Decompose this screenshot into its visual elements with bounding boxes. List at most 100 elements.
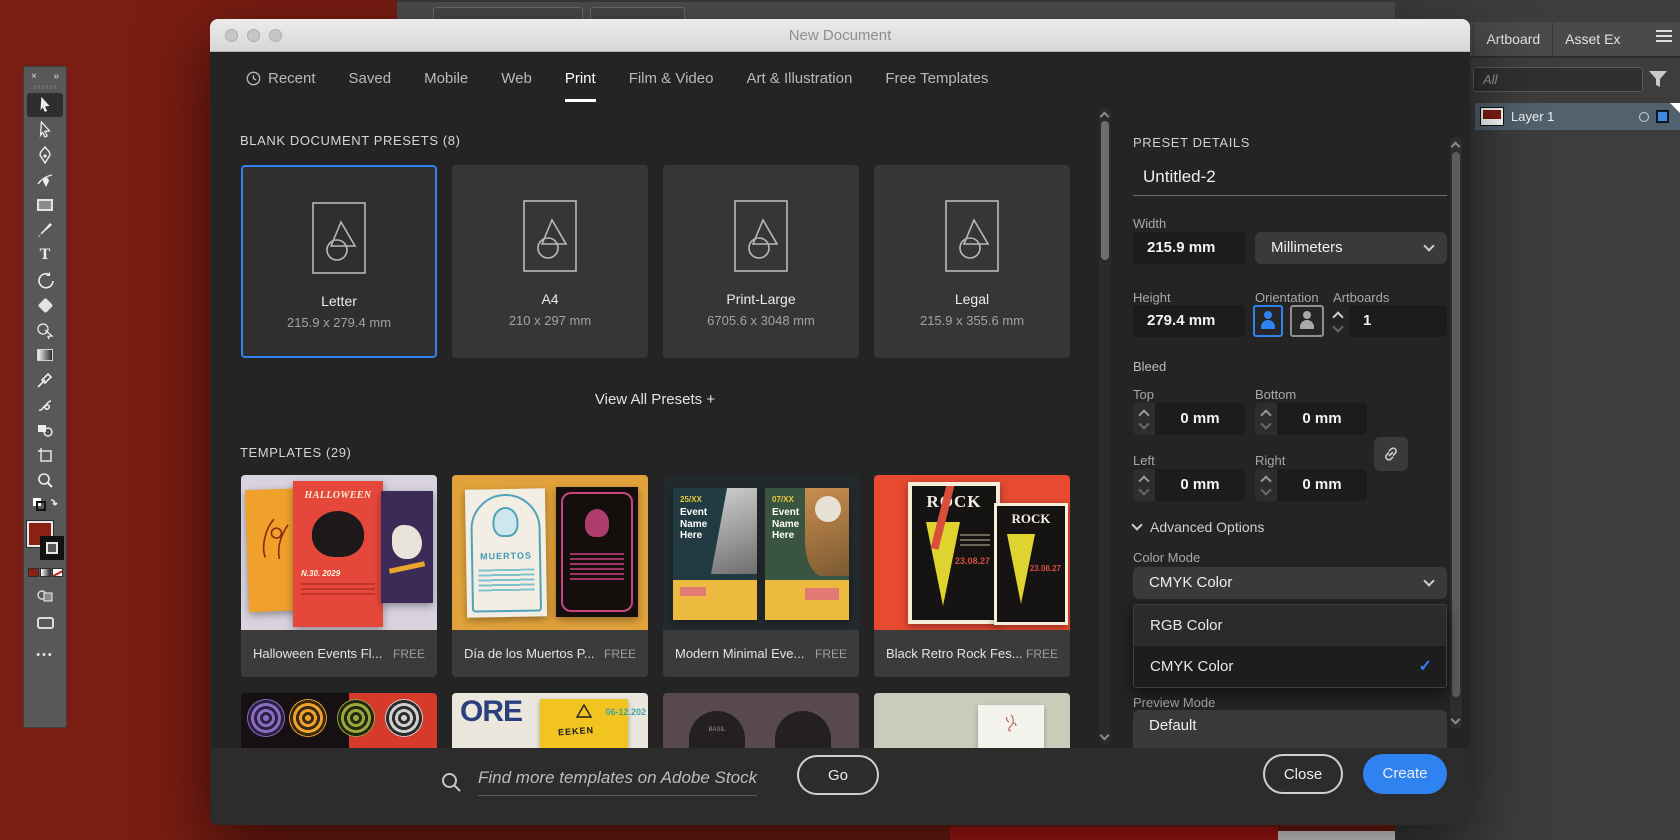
go-button[interactable]: Go: [797, 755, 879, 795]
tab-saved[interactable]: Saved: [349, 52, 392, 105]
tab-film-video[interactable]: Film & Video: [629, 52, 714, 105]
tab-recent[interactable]: Recent: [246, 52, 316, 105]
layer-target-icon[interactable]: [1639, 112, 1649, 122]
template-card-partial[interactable]: BASIL: [663, 693, 859, 748]
scroll-up-icon[interactable]: [1100, 112, 1110, 122]
paintbrush-tool[interactable]: [27, 218, 63, 242]
layer-thumbnail[interactable]: [1481, 108, 1503, 125]
preset-card-legal[interactable]: Legal 215.9 x 355.6 mm: [874, 165, 1070, 358]
chevron-down-icon: [1423, 575, 1434, 586]
gradient-swatch[interactable]: [40, 568, 51, 577]
stepper-down-icon[interactable]: [1332, 321, 1343, 332]
symbol-sprayer-tool[interactable]: [27, 418, 63, 442]
preset-card-letter[interactable]: Letter 215.9 x 279.4 mm: [241, 165, 437, 358]
tab-free-templates[interactable]: Free Templates: [885, 52, 988, 105]
scroll-down-icon[interactable]: [1100, 731, 1110, 741]
screen-mode-button[interactable]: [27, 611, 63, 635]
filter-funnel-icon[interactable]: [1648, 70, 1668, 88]
close-button[interactable]: Close: [1263, 754, 1343, 794]
artboards-input[interactable]: 1: [1349, 305, 1447, 337]
fill-stroke-control[interactable]: [25, 521, 65, 563]
template-card-partial[interactable]: [241, 693, 437, 748]
preview-mode-select[interactable]: Default: [1133, 710, 1447, 748]
orientation-landscape-button[interactable]: [1290, 305, 1324, 337]
scroll-up-icon[interactable]: [1451, 142, 1461, 152]
color-mode-swatches[interactable]: [24, 568, 66, 577]
orientation-portrait-button[interactable]: [1253, 305, 1283, 337]
curvature-tool[interactable]: [27, 168, 63, 192]
clock-icon: [246, 71, 261, 86]
zoom-tool[interactable]: [27, 468, 63, 492]
artboard-tool[interactable]: [27, 443, 63, 467]
option-cmyk-color[interactable]: CMYK Color ✓: [1134, 646, 1446, 687]
shape-builder-tool[interactable]: [27, 318, 63, 342]
eraser-tool[interactable]: [27, 293, 63, 317]
create-button[interactable]: Create: [1363, 754, 1447, 794]
view-all-presets-link[interactable]: View All Presets +: [210, 391, 1100, 408]
advanced-options-toggle[interactable]: Advanced Options: [1133, 519, 1264, 535]
option-rgb-color[interactable]: RGB Color: [1134, 605, 1446, 646]
template-card-rock[interactable]: ROCK 23.08.27 ROCK 23.08.27 Bl: [874, 475, 1070, 677]
document-name-input[interactable]: Untitled-2: [1143, 167, 1216, 187]
units-select[interactable]: Millimeters: [1255, 232, 1447, 264]
panel-scrollbar[interactable]: [1450, 137, 1462, 729]
gradient-tool[interactable]: [27, 343, 63, 367]
tools-grip-handle[interactable]: [34, 85, 56, 89]
rotate-tool[interactable]: [27, 268, 63, 292]
tools-close-icon[interactable]: ×: [31, 71, 37, 82]
height-input[interactable]: 279.4 mm: [1133, 305, 1245, 337]
main-scrollbar[interactable]: [1099, 107, 1111, 745]
swap-fill-stroke-icon[interactable]: [27, 493, 63, 517]
stroke-color-swatch[interactable]: [40, 536, 64, 560]
direct-selection-tool[interactable]: [27, 118, 63, 142]
main-scrollbar-thumb[interactable]: [1101, 121, 1109, 260]
link-bleed-values-button[interactable]: [1374, 437, 1408, 471]
tab-print[interactable]: Print: [565, 52, 596, 105]
eyedropper-tool[interactable]: [27, 368, 63, 392]
layer-row[interactable]: Layer 1: [1475, 103, 1680, 130]
rectangle-tool[interactable]: [27, 193, 63, 217]
search-placeholder[interactable]: Find more templates on Adobe Stock: [478, 768, 757, 796]
template-free-badge: FREE: [604, 647, 636, 661]
panel-menu-icon[interactable]: [1656, 30, 1672, 42]
bleed-left-stepper[interactable]: 0 mm: [1133, 469, 1245, 501]
stock-search-field[interactable]: Find more templates on Adobe Stock: [440, 768, 757, 796]
tab-web[interactable]: Web: [501, 52, 532, 105]
width-input[interactable]: 215.9 mm: [1133, 232, 1245, 264]
template-name: Modern Minimal Eve...: [675, 646, 815, 661]
template-card-muertos[interactable]: MUERTOS Día de los Muertos P... FREE: [452, 475, 648, 677]
artboards-stepper[interactable]: [1331, 305, 1347, 337]
bleed-bottom-stepper[interactable]: 0 mm: [1255, 403, 1367, 435]
blend-tool[interactable]: [27, 393, 63, 417]
none-swatch[interactable]: [52, 568, 63, 577]
panel-scrollbar-thumb[interactable]: [1452, 152, 1460, 697]
template-card-partial[interactable]: [874, 693, 1070, 748]
tab-artboards[interactable]: Artboard: [1474, 21, 1553, 57]
template-card-modern-minimal[interactable]: 25/XX Event Name Here 07/XX Event Name H…: [663, 475, 859, 677]
bleed-right-stepper[interactable]: 0 mm: [1255, 469, 1367, 501]
layer-selection-indicator[interactable]: [1657, 111, 1668, 122]
color-mode-select[interactable]: CMYK Color: [1133, 567, 1447, 599]
bleed-top-stepper[interactable]: 0 mm: [1133, 403, 1245, 435]
template-card-halloween[interactable]: HALLOWEEN N.30. 2029 Halloween Events Fl…: [241, 475, 437, 677]
dialog-bottom-bar: Find more templates on Adobe Stock Go Cl…: [210, 748, 1470, 825]
color-swatch[interactable]: [28, 568, 39, 577]
tools-expand-icon[interactable]: »: [53, 71, 59, 82]
preset-card-print-large[interactable]: Print-Large 6705.6 x 3048 mm: [663, 165, 859, 358]
tab-asset-export[interactable]: Asset Ex: [1553, 21, 1632, 57]
scroll-down-icon[interactable]: [1451, 715, 1461, 725]
type-tool[interactable]: T: [27, 243, 63, 267]
chevron-down-icon: [1423, 240, 1434, 251]
tab-mobile[interactable]: Mobile: [424, 52, 468, 105]
dialog-titlebar[interactable]: New Document: [210, 19, 1470, 52]
bleed-label: Bleed: [1133, 359, 1166, 374]
preset-card-a4[interactable]: A4 210 x 297 mm: [452, 165, 648, 358]
pen-tool[interactable]: [27, 143, 63, 167]
more-tools-button[interactable]: •••: [27, 643, 63, 667]
drawing-modes-button[interactable]: [27, 583, 63, 607]
tab-art-illustration[interactable]: Art & Illustration: [746, 52, 852, 105]
template-card-partial[interactable]: ORE EEKEN 06-12.202: [452, 693, 648, 748]
layer-name[interactable]: Layer 1: [1511, 109, 1639, 124]
selection-tool[interactable]: [27, 93, 63, 117]
layers-filter-input[interactable]: All: [1473, 67, 1643, 92]
